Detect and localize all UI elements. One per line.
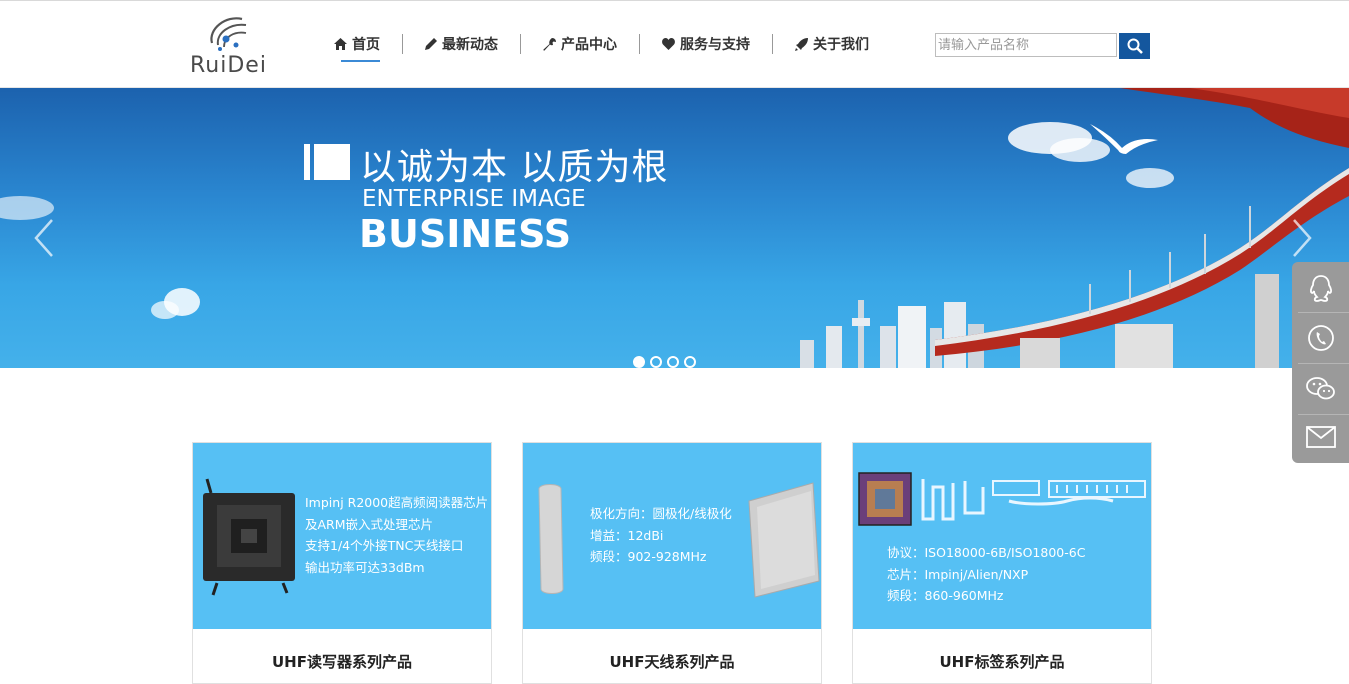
spec-line: 输出功率可达33dBm [305,559,425,575]
slide-dot[interactable] [667,356,679,368]
heart-icon [662,38,675,50]
phone-icon [1307,325,1334,351]
search-input[interactable] [935,33,1117,57]
product-card-tag[interactable]: 协议：ISO18000-6B/ISO1800-6C 芯片：Impinj/Alie… [852,442,1152,684]
logo-mark-icon [210,17,247,51]
product-image: 协议：ISO18000-6B/ISO1800-6C 芯片：Impinj/Alie… [853,443,1151,629]
spec-line: 芯片：Impinj/Alien/NXP [887,566,1029,582]
product-image: 极化方向：圆极化/线极化 增益：12dBi 频段：902-928MHz [523,443,821,629]
wechat-contact-button[interactable] [1292,364,1349,414]
product-specs: 协议：ISO18000-6B/ISO1800-6C 芯片：Impinj/Alie… [887,542,1085,607]
slogan-english-line1: ENTERPRISE IMAGE [362,186,586,212]
qq-icon [1309,275,1332,302]
banner-next-arrow[interactable] [1290,218,1314,258]
spec-line: 增益：12dBi [590,527,664,543]
nav-item-products[interactable]: 产品中心 [531,31,629,57]
slogan-mark-icon [304,144,350,180]
product-card-title[interactable]: UHF标签系列产品 [853,651,1151,672]
nav-divider [639,34,640,54]
product-specs: Impinj R2000超高频阅读器芯片 及ARM嵌入式处理芯片 支持1/4个外… [305,492,488,578]
site-header: RuiDei 首页 最新动态 产品中心 服务与支持 关于我们 [0,1,1349,88]
spec-line: 频段：902-928MHz [590,549,707,564]
spec-line: 及ARM嵌入式处理芯片 [305,516,434,532]
chevron-left-icon [34,219,53,257]
nav-label: 服务与支持 [680,37,750,53]
product-card-title[interactable]: UHF读写器系列产品 [193,651,491,672]
product-specs: 极化方向：圆极化/线极化 增益：12dBi 频段：902-928MHz [590,503,732,568]
banner-bottom-curve [0,368,1349,392]
slide-dot[interactable] [633,356,645,368]
spec-line: 极化方向：圆极化/线极化 [590,506,732,521]
nav-item-news[interactable]: 最新动态 [413,31,510,57]
search-button[interactable] [1119,33,1150,59]
slogan-chinese: 以诚为本 以质为根 [360,147,669,188]
nav-divider [402,34,403,54]
slide-dot[interactable] [650,356,662,368]
nav-item-about[interactable]: 关于我们 [783,31,881,57]
logo[interactable]: RuiDei [190,11,270,78]
slide-dot[interactable] [684,356,696,368]
home-icon [334,38,347,50]
nav-divider [772,34,773,54]
nav-divider [520,34,521,54]
nav-label: 最新动态 [442,37,498,53]
search-icon [1127,38,1143,54]
chevron-right-icon [1293,219,1312,257]
product-card-title[interactable]: UHF天线系列产品 [523,651,821,672]
nav-label: 关于我们 [813,37,869,53]
mail-contact-button[interactable] [1292,412,1349,462]
main-nav: 首页 最新动态 产品中心 服务与支持 关于我们 [322,31,881,62]
search-bar [935,33,1150,59]
slogan-english-line2: BUSINESS [359,212,572,256]
spec-line: 协议：ISO18000-6B/ISO1800-6C [887,545,1086,560]
nav-label: 首页 [352,37,380,53]
wechat-icon [1305,377,1335,400]
spec-line: 频段：860-960MHz [887,588,1004,603]
spec-line: 支持1/4个外接TNC天线接口 [305,538,464,553]
wrench-icon [543,37,556,51]
rocket-icon [795,37,808,51]
logo-text: RuiDei [190,53,267,78]
floating-contact-bar [1292,262,1349,463]
qq-contact-button[interactable] [1292,264,1349,314]
pencil-icon [425,38,437,50]
product-card-reader[interactable]: Impinj R2000超高频阅读器芯片 及ARM嵌入式处理芯片 支持1/4个外… [192,442,492,684]
nav-item-home[interactable]: 首页 [322,31,392,62]
banner-prev-arrow[interactable] [32,218,56,258]
mail-icon [1305,426,1336,448]
phone-contact-button[interactable] [1292,313,1349,363]
banner-artwork [0,88,1349,370]
nav-label: 产品中心 [561,37,617,53]
product-image: Impinj R2000超高频阅读器芯片 及ARM嵌入式处理芯片 支持1/4个外… [193,443,491,629]
spec-line: Impinj R2000超高频阅读器芯片 [305,495,489,510]
product-card-antenna[interactable]: 极化方向：圆极化/线极化 增益：12dBi 频段：902-928MHz UHF天… [522,442,822,684]
hero-banner: 以诚为本 以质为根 ENTERPRISE IMAGE BUSINESS [0,88,1349,392]
nav-item-service[interactable]: 服务与支持 [650,31,762,57]
slide-indicators [633,356,701,368]
